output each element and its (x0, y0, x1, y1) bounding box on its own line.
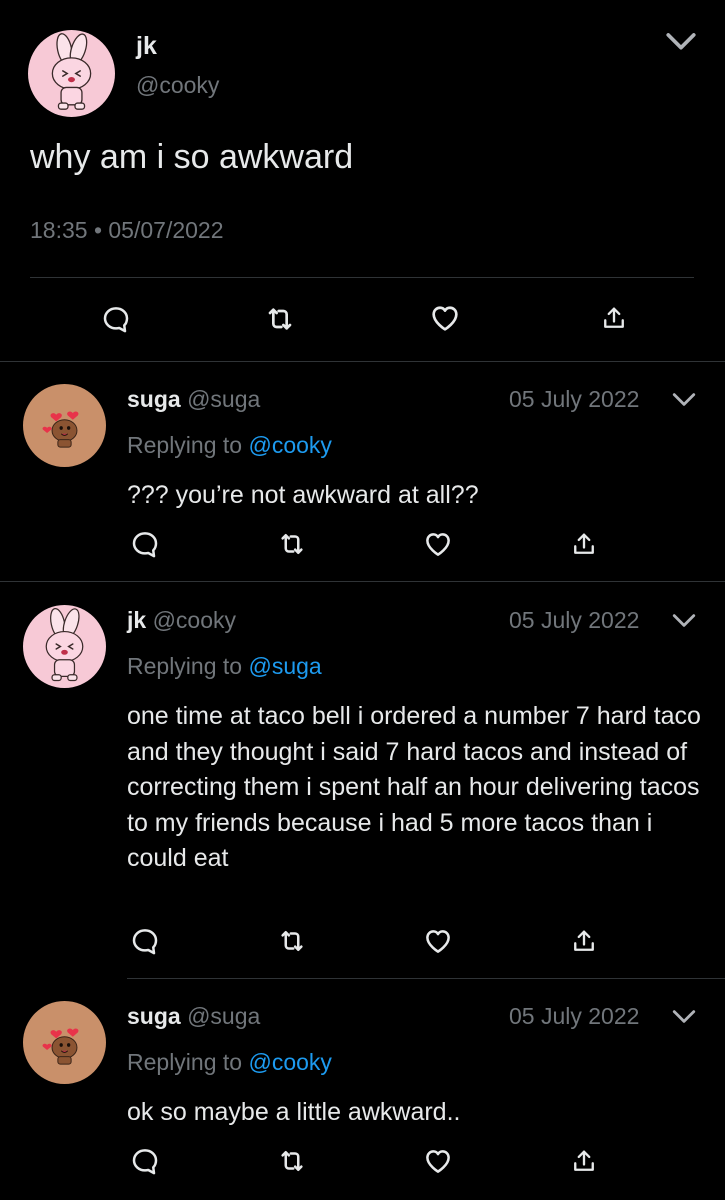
retweet-icon[interactable] (272, 921, 312, 961)
tweet-text: why am i so awkward (30, 138, 354, 176)
share-icon[interactable] (564, 524, 604, 564)
reply-text: one time at taco bell i ordered a number… (127, 702, 701, 872)
avatar[interactable] (23, 605, 106, 688)
replying-to: Replying to @suga (127, 653, 322, 680)
reply-tweet: jk @cooky 05 July 2022 Replying to @suga… (0, 583, 725, 979)
replying-to: Replying to @cooky (127, 432, 332, 459)
author-handle[interactable]: @suga (187, 1003, 260, 1029)
cooky-bunny-avatar-image (28, 30, 115, 117)
chevron-down-icon[interactable] (671, 1007, 697, 1027)
share-icon[interactable] (594, 298, 634, 338)
replying-prefix: Replying to (127, 653, 243, 679)
reply-icon[interactable] (125, 921, 165, 961)
reply-icon[interactable] (96, 299, 136, 339)
mention-link[interactable]: @cooky (248, 432, 331, 458)
reply-header: suga @suga (127, 1003, 260, 1030)
reply-date[interactable]: 05 July 2022 (509, 607, 639, 634)
divider (0, 581, 725, 582)
share-icon[interactable] (564, 1141, 604, 1181)
shooky-cookie-avatar-image (23, 1001, 106, 1084)
author-name[interactable]: jk (127, 607, 146, 633)
author-handle[interactable]: @cooky (136, 72, 219, 99)
avatar[interactable] (23, 1001, 106, 1084)
reply-text: ok so maybe a little awkward.. (127, 1098, 461, 1126)
chevron-down-icon[interactable] (664, 30, 698, 54)
author-name[interactable]: suga (127, 386, 181, 412)
main-tweet: jk @cooky why am i so awkward 18:35 • 05… (0, 0, 725, 362)
avatar[interactable] (23, 384, 106, 467)
like-icon[interactable] (418, 921, 458, 961)
tweet-timestamp[interactable]: 18:35 • 05/07/2022 (30, 217, 224, 244)
author-name[interactable]: suga (127, 1003, 181, 1029)
reply-header: jk @cooky (127, 607, 236, 634)
mention-link[interactable]: @suga (248, 653, 321, 679)
reply-icon[interactable] (125, 524, 165, 564)
mention-link[interactable]: @cooky (248, 1049, 331, 1075)
replying-prefix: Replying to (127, 432, 243, 458)
shooky-cookie-avatar-image (23, 384, 106, 467)
retweet-icon[interactable] (272, 1141, 312, 1181)
author-handle[interactable]: @cooky (153, 607, 236, 633)
author-name[interactable]: jk (136, 32, 157, 61)
like-icon[interactable] (418, 524, 458, 564)
reply-icon[interactable] (125, 1141, 165, 1181)
reply-date[interactable]: 05 July 2022 (509, 1003, 639, 1030)
reply-header: suga @suga (127, 386, 260, 413)
chevron-down-icon[interactable] (671, 390, 697, 410)
replying-to: Replying to @cooky (127, 1049, 332, 1076)
like-icon[interactable] (418, 1141, 458, 1181)
chevron-down-icon[interactable] (671, 611, 697, 631)
share-icon[interactable] (564, 921, 604, 961)
retweet-icon[interactable] (260, 299, 300, 339)
reply-tweet: suga @suga 05 July 2022 Replying to @coo… (0, 362, 725, 582)
retweet-icon[interactable] (272, 524, 312, 564)
author-handle[interactable]: @suga (187, 386, 260, 412)
like-icon[interactable] (425, 298, 465, 338)
divider (30, 277, 694, 278)
reply-text: ??? you’re not awkward at all?? (127, 481, 479, 509)
avatar[interactable] (28, 30, 115, 117)
cooky-bunny-avatar-image (23, 605, 106, 688)
replying-prefix: Replying to (127, 1049, 243, 1075)
reply-date[interactable]: 05 July 2022 (509, 386, 639, 413)
reply-tweet: suga @suga 05 July 2022 Replying to @coo… (0, 979, 725, 1200)
